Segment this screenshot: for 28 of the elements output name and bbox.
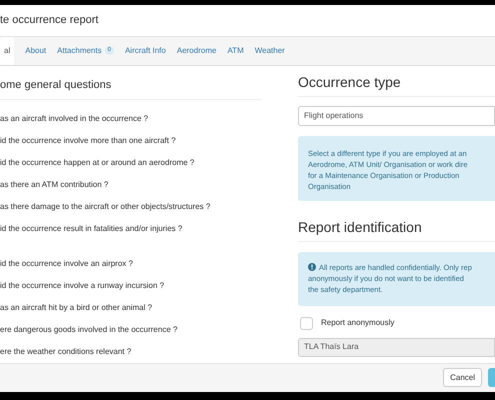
primary-button[interactable] [488, 368, 495, 388]
checkbox-label: Report anonymously [321, 317, 394, 330]
cancel-button[interactable]: Cancel [443, 368, 482, 388]
question-text: id the occurrence involve a runway incursion ? [0, 280, 164, 292]
checkbox[interactable] [300, 316, 313, 330]
question-text: id the occurrence happen at or around an aerodrome ? [0, 156, 194, 169]
tab[interactable]: Weather [250, 36, 290, 65]
question-text: id the occurrence involve an airprox ? [0, 258, 133, 270]
tab[interactable]: ATM [222, 36, 249, 65]
tab[interactable]: al [0, 36, 14, 65]
question-text: as an aircraft hit by a bird or other animal ? [0, 302, 152, 314]
question-text: ere dangerous goods involved in the occurrence ? [0, 324, 178, 336]
window-title: te occurrence report [0, 13, 98, 28]
section-heading: Report identification [298, 218, 422, 235]
type-select[interactable]: Flight operations [298, 106, 495, 126]
section-heading: Occurrence type [298, 74, 401, 90]
question-text: as there an ATM contribution ? [0, 178, 108, 191]
question-text: id the occurrence involve more than one aircraft ? [0, 134, 176, 147]
question-text: as there damage to the aircraft or other objects/structures ? [0, 200, 210, 213]
exclamation-icon [308, 263, 316, 272]
tab[interactable]: Aircraft Info [120, 36, 171, 65]
question-text: as an aircraft involved in the occurrence ? [0, 112, 148, 125]
question-text: id the occurrence result in fatalities and/or injuries ? [0, 222, 182, 235]
tab[interactable]: Aerodrome [172, 36, 222, 65]
section-heading: ome general questions [0, 78, 112, 91]
tab[interactable]: About [20, 36, 52, 65]
question-text: ere the weather conditions relevant ? [0, 346, 132, 358]
reporter-field[interactable]: TLA Thaïs Lara [298, 338, 495, 357]
